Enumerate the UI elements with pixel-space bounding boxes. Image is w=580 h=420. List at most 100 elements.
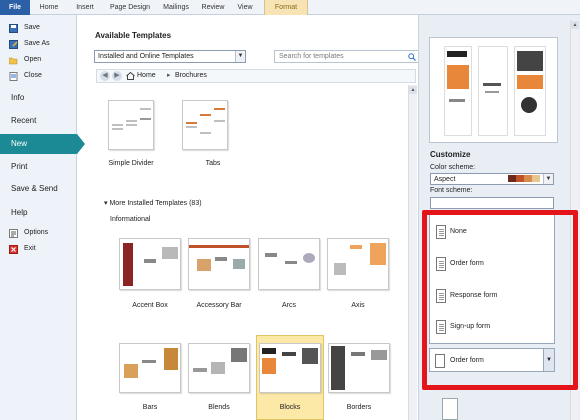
template-thumb-tabs[interactable] bbox=[182, 100, 228, 150]
form-dropdown-list[interactable]: None Order form Response form Sign-up fo… bbox=[429, 212, 555, 344]
nav-save-send[interactable]: Save & Send bbox=[0, 179, 77, 199]
nav-save-as[interactable]: Save As bbox=[0, 37, 77, 51]
template-thumb-accessory-bar[interactable] bbox=[188, 238, 250, 290]
dropdown-item-order-form[interactable]: Order form bbox=[430, 249, 554, 280]
template-source-value: Installed and Online Templates bbox=[98, 53, 194, 60]
template-thumb-borders[interactable] bbox=[328, 343, 390, 393]
template-label-axis[interactable]: Axis bbox=[323, 302, 393, 309]
nav-close-label: Close bbox=[24, 72, 42, 79]
more-templates-label: More Installed Templates (83) bbox=[109, 200, 202, 207]
breadcrumb-home[interactable]: Home bbox=[137, 70, 156, 82]
scroll-up-icon[interactable]: ▲ bbox=[409, 86, 417, 94]
group-informational: Informational bbox=[110, 216, 151, 223]
template-thumb-arcs[interactable] bbox=[258, 238, 320, 290]
dropdown-item-label: Response form bbox=[450, 292, 498, 299]
template-label-blocks[interactable]: Blocks bbox=[255, 404, 325, 411]
dropdown-item-none[interactable]: None bbox=[430, 217, 554, 248]
nav-save[interactable]: Save bbox=[0, 21, 77, 35]
color-swatch bbox=[516, 175, 524, 182]
nav-recent[interactable]: Recent bbox=[0, 111, 77, 131]
nav-close[interactable]: Close bbox=[0, 69, 77, 83]
exit-icon bbox=[9, 245, 18, 254]
template-thumb-accent-box[interactable] bbox=[119, 238, 181, 290]
nav-open-label: Open bbox=[24, 56, 42, 63]
template-label-tabs[interactable]: Tabs bbox=[178, 160, 248, 167]
blank-page-icon bbox=[436, 225, 446, 239]
font-scheme-label: Font scheme: bbox=[430, 187, 473, 194]
form-select[interactable]: Order form ▼ bbox=[429, 348, 555, 372]
chevron-down-icon[interactable]: ▼ bbox=[543, 349, 554, 371]
folder-open-icon bbox=[9, 57, 18, 65]
nav-options-label: Options bbox=[24, 229, 49, 236]
template-label-accent-box[interactable]: Accent Box bbox=[115, 302, 185, 309]
dropdown-item-sign-up-form[interactable]: Sign-up form bbox=[430, 312, 554, 343]
search-input[interactable]: Search for templates bbox=[274, 50, 420, 63]
search-icon[interactable] bbox=[408, 53, 416, 61]
nav-exit[interactable]: Exit bbox=[0, 242, 77, 256]
template-thumb-blocks[interactable] bbox=[259, 343, 321, 393]
close-file-icon bbox=[9, 72, 18, 81]
forward-arrow-icon[interactable]: ▶ bbox=[112, 71, 122, 81]
dropdown-item-response-form[interactable]: Response form bbox=[430, 281, 554, 312]
chevron-right-icon: ▸ bbox=[167, 72, 171, 79]
template-label-bars[interactable]: Bars bbox=[115, 404, 185, 411]
nav-options[interactable]: Options bbox=[0, 226, 77, 240]
form-page-icon bbox=[436, 257, 446, 271]
color-swatch bbox=[508, 175, 516, 182]
template-label-accessory-bar[interactable]: Accessory Bar bbox=[184, 302, 254, 309]
nav-info[interactable]: Info bbox=[0, 88, 77, 108]
tab-insert[interactable]: Insert bbox=[68, 0, 102, 15]
tab-file[interactable]: File bbox=[0, 0, 30, 15]
form-page-icon bbox=[436, 320, 446, 334]
nav-new[interactable]: New bbox=[0, 134, 85, 154]
color-swatch bbox=[524, 175, 532, 182]
nav-print[interactable]: Print bbox=[0, 157, 77, 177]
color-scheme-value: Aspect bbox=[434, 176, 456, 183]
form-page-icon bbox=[436, 289, 446, 303]
ribbon-tabs: File Home Insert Page Design Mailings Re… bbox=[0, 0, 580, 15]
tab-format[interactable]: Format bbox=[264, 0, 308, 15]
nav-save-as-label: Save As bbox=[24, 40, 50, 47]
template-thumb-axis[interactable] bbox=[327, 238, 389, 290]
tab-home[interactable]: Home bbox=[34, 0, 64, 15]
template-preview bbox=[429, 37, 558, 143]
customize-scrollbar[interactable]: ▲ bbox=[570, 20, 579, 420]
template-label-arcs[interactable]: Arcs bbox=[254, 302, 324, 309]
template-label-borders[interactable]: Borders bbox=[324, 404, 394, 411]
tab-mailings[interactable]: Mailings bbox=[156, 0, 196, 15]
more-templates-header[interactable]: ▾ More Installed Templates (83) bbox=[104, 199, 202, 207]
options-icon bbox=[9, 229, 18, 238]
breadcrumb-current[interactable]: Brochures bbox=[175, 70, 207, 82]
font-scheme-select[interactable] bbox=[430, 197, 554, 209]
nav-save-label: Save bbox=[24, 24, 40, 31]
tab-review[interactable]: Review bbox=[198, 0, 228, 15]
save-icon bbox=[9, 24, 18, 33]
color-swatch bbox=[532, 175, 540, 182]
form-page-icon bbox=[435, 354, 445, 368]
tab-page-design[interactable]: Page Design bbox=[103, 0, 157, 15]
dropdown-item-label: Sign-up form bbox=[450, 323, 491, 330]
available-templates-title: Available Templates bbox=[95, 31, 172, 40]
templates-scrollbar[interactable]: ▲ bbox=[408, 85, 417, 420]
template-thumb-simple-divider[interactable] bbox=[108, 100, 154, 150]
nav-exit-label: Exit bbox=[24, 245, 36, 252]
chevron-down-icon: ▼ bbox=[235, 51, 245, 62]
back-arrow-icon[interactable]: ◀ bbox=[100, 71, 110, 81]
template-source-select[interactable]: Installed and Online Templates ▼ bbox=[94, 50, 246, 63]
nav-open[interactable]: Open bbox=[0, 53, 77, 67]
template-label-blends[interactable]: Blends bbox=[184, 404, 254, 411]
color-scheme-label: Color scheme: bbox=[430, 164, 476, 171]
backstage-nav: Save Save As Open Close Info Recent New … bbox=[0, 15, 85, 420]
expand-triangle-icon: ▾ bbox=[104, 200, 108, 207]
template-thumb-bars[interactable] bbox=[119, 343, 181, 393]
save-as-icon bbox=[9, 40, 18, 49]
tab-view[interactable]: View bbox=[231, 0, 259, 15]
template-label-simple-divider[interactable]: Simple Divider bbox=[96, 160, 166, 167]
customize-title: Customize bbox=[430, 150, 471, 159]
scroll-up-icon[interactable]: ▲ bbox=[571, 21, 579, 29]
form-select-value: Order form bbox=[450, 357, 484, 364]
home-icon bbox=[126, 72, 135, 80]
page-icon bbox=[442, 398, 458, 420]
nav-help[interactable]: Help bbox=[0, 203, 77, 223]
template-thumb-blends[interactable] bbox=[188, 343, 250, 393]
